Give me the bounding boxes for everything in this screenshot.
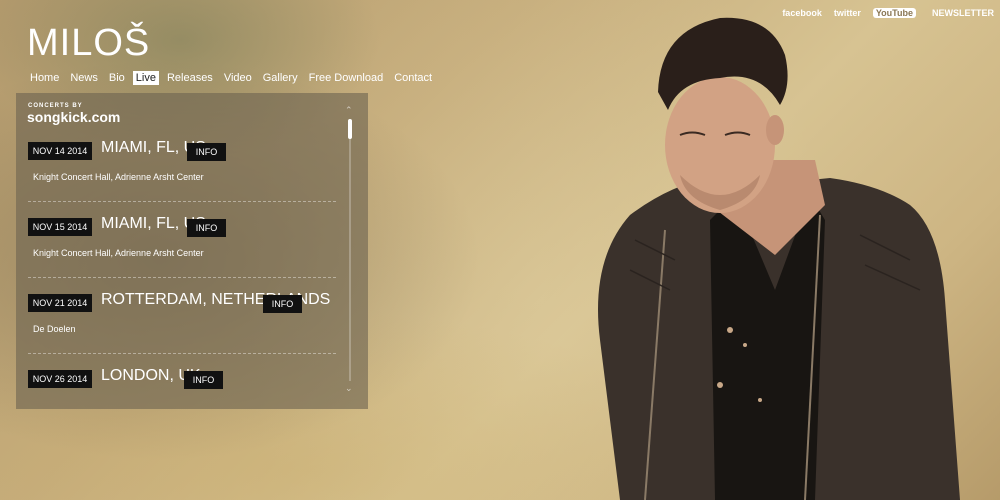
nav-home[interactable]: Home <box>27 71 62 85</box>
nav-bio[interactable]: Bio <box>106 71 128 85</box>
nav-free-download[interactable]: Free Download <box>306 71 387 85</box>
info-button[interactable]: INFO <box>187 143 226 161</box>
songkick-logo[interactable]: songkick.com <box>27 109 120 125</box>
artist-photo <box>598 17 960 500</box>
info-button[interactable]: INFO <box>263 295 302 313</box>
info-button[interactable]: INFO <box>184 371 223 389</box>
divider <box>28 201 336 202</box>
scrollbar-track[interactable] <box>349 119 351 381</box>
nav-news[interactable]: News <box>67 71 101 85</box>
event-date: NOV 21 2014 <box>28 294 92 312</box>
scroll-down-icon[interactable]: ⌄ <box>345 383 353 394</box>
scrollbar-thumb[interactable] <box>348 119 352 139</box>
nav-contact[interactable]: Contact <box>391 71 435 85</box>
site-logo[interactable]: MILOŠ <box>27 22 150 65</box>
concerts-panel: CONCERTS BY songkick.com NOV 14 2014 MIA… <box>16 93 368 409</box>
event-date: NOV 15 2014 <box>28 218 92 236</box>
event-venue: Knight Concert Hall, Adrienne Arsht Cent… <box>33 172 204 182</box>
main-nav: Home News Bio Live Releases Video Galler… <box>27 71 440 85</box>
event-venue: De Doelen <box>33 324 76 334</box>
divider <box>28 353 336 354</box>
scroll-up-icon[interactable]: ⌃ <box>345 105 353 116</box>
event-date: NOV 14 2014 <box>28 142 92 160</box>
divider <box>28 277 336 278</box>
nav-gallery[interactable]: Gallery <box>260 71 301 85</box>
event-date: NOV 26 2014 <box>28 370 92 388</box>
info-button[interactable]: INFO <box>187 219 226 237</box>
nav-releases[interactable]: Releases <box>164 71 216 85</box>
nav-live[interactable]: Live <box>132 71 159 85</box>
nav-video[interactable]: Video <box>221 71 255 85</box>
event-venue: Knight Concert Hall, Adrienne Arsht Cent… <box>33 248 204 258</box>
